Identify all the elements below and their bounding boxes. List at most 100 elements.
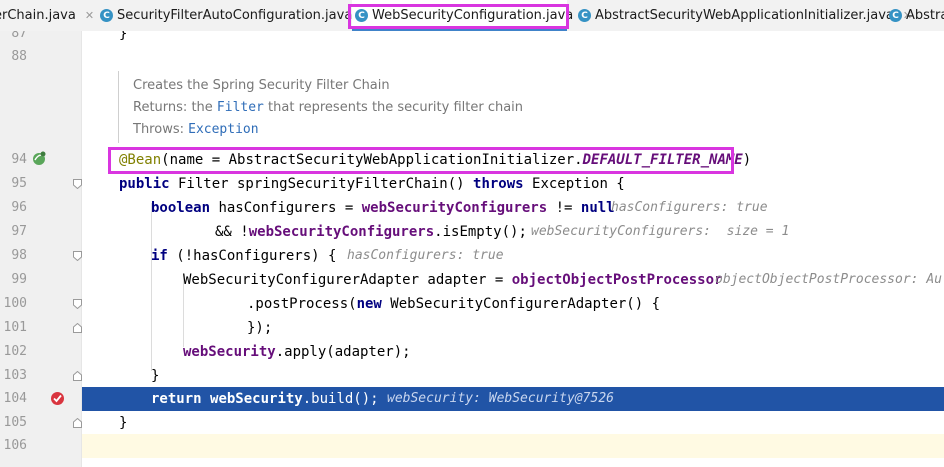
line-number: 100 bbox=[3, 296, 27, 311]
code-fragment: Filter springSecurityFilterChain() bbox=[169, 176, 474, 192]
code-line-102[interactable]: 102 webSecurity.apply(adapter); bbox=[0, 340, 944, 364]
keyword: throws bbox=[473, 176, 524, 192]
doc-throws: Throws: Exception bbox=[133, 119, 259, 141]
code-text: .postProcess(new WebSecurityConfigurerAd… bbox=[247, 292, 660, 316]
tab-label: AbstractSecurityWebApplicationInitialize… bbox=[595, 8, 894, 23]
bean-gutter-icon[interactable] bbox=[31, 150, 47, 166]
code-line-98[interactable]: 98 if (!hasConfigurers) { hasConfigurers… bbox=[0, 244, 944, 268]
line-number: 103 bbox=[3, 368, 27, 383]
fold-icon[interactable] bbox=[73, 371, 82, 381]
field-ref: webSecurityConfigurers bbox=[248, 224, 435, 240]
code-text: webSecurity.apply(adapter); bbox=[183, 340, 411, 364]
tab-annotation-box bbox=[348, 4, 569, 29]
code-text: public Filter springSecurityFilterChain(… bbox=[119, 172, 625, 196]
class-icon: C bbox=[889, 9, 902, 22]
inline-debug-value: hasConfigurers: true bbox=[347, 248, 504, 263]
keyword: null bbox=[580, 200, 615, 216]
code-line-105[interactable]: 105 } bbox=[0, 411, 944, 435]
inline-debug-value: hasConfigurers: true bbox=[611, 200, 768, 215]
code-fragment: (!hasConfigurers) { bbox=[167, 248, 337, 264]
code-fragment: && ! bbox=[215, 224, 249, 240]
inline-debug-value: webSecurity: WebSecurity@7526 bbox=[387, 391, 614, 406]
code-line-97[interactable]: 97 && !webSecurityConfigurers.isEmpty();… bbox=[0, 220, 944, 244]
doc-returns-the: the bbox=[191, 100, 213, 115]
doc-summary: Creates the Spring Security Filter Chain bbox=[133, 78, 390, 93]
code-line-103[interactable]: 103 } bbox=[0, 364, 944, 388]
line-number: 87 bbox=[11, 31, 27, 41]
code-line-101[interactable]: 101 }); bbox=[0, 316, 944, 340]
close-icon[interactable]: ✕ bbox=[85, 9, 94, 22]
code-line-95[interactable]: 95 public Filter springSecurityFilterCha… bbox=[0, 172, 944, 196]
code-line-106[interactable]: 106 bbox=[0, 434, 944, 458]
line-number: 95 bbox=[11, 176, 27, 191]
code-fragment: Exception { bbox=[523, 176, 625, 192]
code-fragment: ) bbox=[742, 152, 752, 168]
field-ref: objectObjectPostProcessor bbox=[511, 272, 723, 288]
code-text: } bbox=[119, 31, 128, 42]
doc-throws-label: Throws: bbox=[133, 122, 184, 137]
fold-icon[interactable] bbox=[73, 251, 82, 261]
line-number: 94 bbox=[11, 152, 27, 167]
code-fragment: .build(); bbox=[302, 391, 379, 407]
line-number: 102 bbox=[3, 344, 27, 359]
tab-abstract-truncated[interactable]: C Abstra bbox=[889, 0, 944, 31]
keyword: return bbox=[151, 391, 202, 407]
field-ref: webSecurity bbox=[183, 344, 276, 360]
code-line-100[interactable]: 100 .postProcess(new WebSecurityConfigur… bbox=[0, 292, 944, 316]
code-line-96[interactable]: 96 boolean hasConfigurers = webSecurityC… bbox=[0, 196, 944, 220]
doc-throws-type[interactable]: Exception bbox=[188, 122, 258, 137]
line-number: 99 bbox=[11, 272, 27, 287]
code-fragment: .postProcess( bbox=[247, 296, 357, 312]
line-number: 96 bbox=[11, 200, 27, 215]
rendered-javadoc: Creates the Spring Security Filter Chain… bbox=[118, 71, 944, 143]
tab-label: SecurityFilterAutoConfiguration.java bbox=[117, 8, 353, 23]
doc-returns-type[interactable]: Filter bbox=[217, 100, 264, 115]
code-text: && !webSecurityConfigurers.isEmpty(); bbox=[215, 220, 527, 244]
line-number: 88 bbox=[11, 49, 27, 64]
bean-annotation-box bbox=[108, 147, 734, 174]
code-text: } bbox=[119, 415, 128, 431]
tab-security-filter-auto-configuration[interactable]: C SecurityFilterAutoConfiguration.java ✕ bbox=[100, 0, 371, 31]
keyword: boolean bbox=[151, 200, 211, 216]
code-fragment: WebSecurityConfigurerAdapter adapter = bbox=[183, 272, 512, 288]
code-line-88[interactable]: 88 bbox=[0, 45, 944, 69]
keyword: public bbox=[119, 176, 170, 192]
keyword: new bbox=[356, 296, 382, 312]
keyword: if bbox=[151, 248, 168, 264]
fold-icon[interactable] bbox=[73, 418, 82, 428]
tab-label: Abstra bbox=[906, 8, 944, 23]
line-number: 101 bbox=[3, 320, 27, 335]
code-text: }); bbox=[247, 320, 273, 336]
doc-returns: Returns: the Filter that represents the … bbox=[133, 97, 523, 119]
code-line-104[interactable]: 104 return webSecurity.build(); webSecur… bbox=[0, 387, 944, 411]
doc-returns-label: Returns: bbox=[133, 100, 188, 115]
field-ref: webSecurityConfigurers bbox=[361, 200, 548, 216]
line-number: 105 bbox=[3, 415, 27, 430]
code-text: WebSecurityConfigurerAdapter adapter = o… bbox=[183, 268, 722, 292]
fold-icon[interactable] bbox=[73, 323, 82, 333]
doc-returns-rest: that represents the security filter chai… bbox=[268, 100, 524, 115]
code-line-87[interactable]: 87 } bbox=[0, 31, 944, 46]
fold-icon[interactable] bbox=[73, 179, 82, 189]
editor-tab-bar: erChain.java ✕ C SecurityFilterAutoConfi… bbox=[0, 0, 944, 32]
code-fragment bbox=[202, 391, 210, 407]
inline-debug-value: objectObjectPostProcessor: Au bbox=[715, 272, 942, 287]
line-number: 104 bbox=[3, 391, 27, 406]
tab-label: erChain.java bbox=[0, 8, 76, 23]
line-number: 98 bbox=[11, 248, 27, 263]
code-fragment: .apply(adapter); bbox=[275, 344, 411, 360]
code-text: if (!hasConfigurers) { bbox=[151, 244, 336, 268]
code-editor[interactable]: 87 } 88 Creates the Spring Security Filt… bbox=[0, 31, 944, 467]
code-text: return webSecurity.build(); bbox=[151, 387, 379, 411]
code-text: boolean hasConfigurers = webSecurityConf… bbox=[151, 196, 615, 220]
tab-abstract-security-web-application-initializer[interactable]: C AbstractSecurityWebApplicationInitiali… bbox=[578, 0, 912, 31]
inline-debug-value: webSecurityConfigurers: size = 1 bbox=[531, 224, 790, 239]
breakpoint-icon[interactable] bbox=[50, 391, 65, 406]
code-line-99[interactable]: 99 WebSecurityConfigurerAdapter adapter … bbox=[0, 268, 944, 292]
tab-filterchain[interactable]: erChain.java ✕ bbox=[0, 0, 94, 31]
code-fragment: != bbox=[547, 200, 581, 216]
fold-icon[interactable] bbox=[73, 299, 82, 309]
line-number: 106 bbox=[3, 438, 27, 453]
line-number: 97 bbox=[11, 224, 27, 239]
code-text: } bbox=[151, 368, 160, 384]
